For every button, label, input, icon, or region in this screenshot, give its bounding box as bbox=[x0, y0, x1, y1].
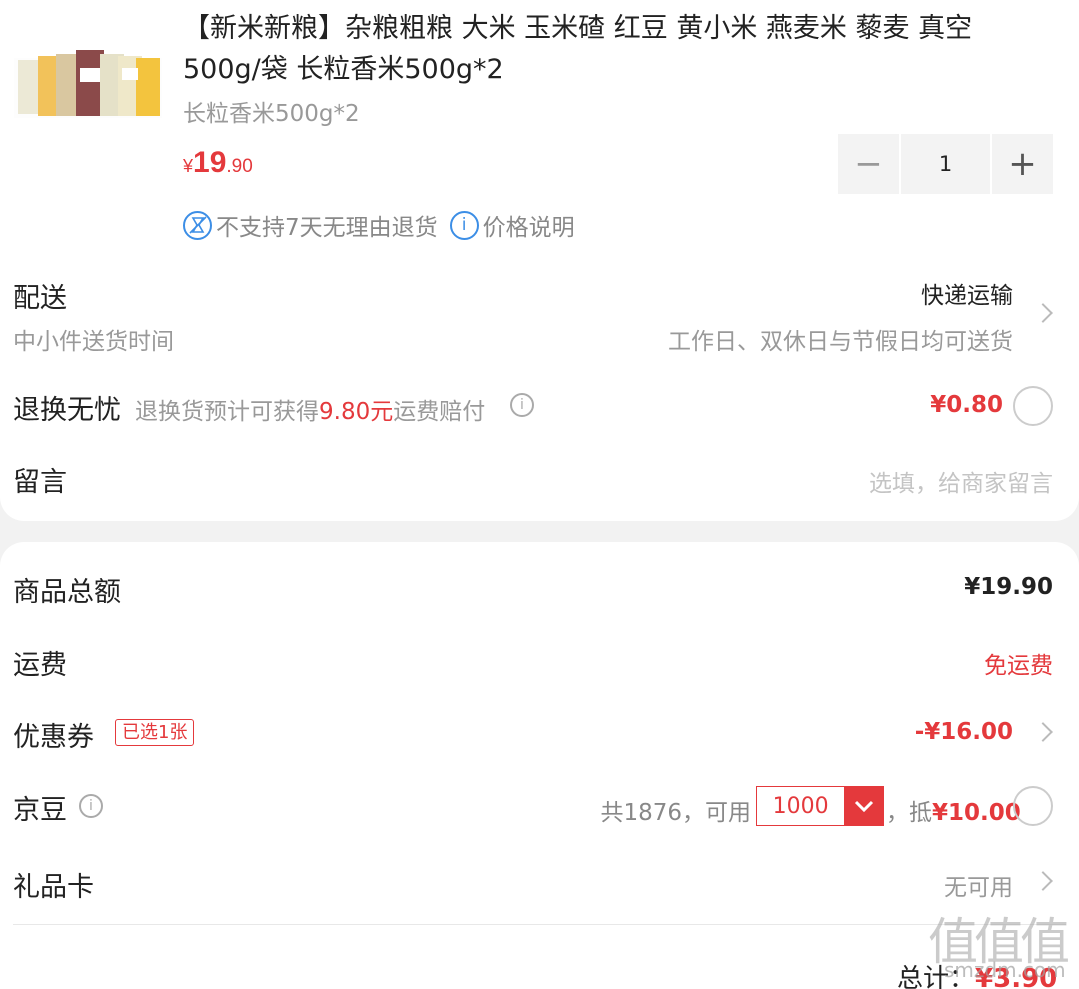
bean-radio[interactable] bbox=[1013, 786, 1053, 826]
quantity-stepper: − 1 + bbox=[838, 134, 1054, 194]
coupon-label: 优惠券 bbox=[13, 722, 94, 753]
price-integer: 19 bbox=[193, 146, 227, 179]
gift-card-label: 礼品卡 bbox=[13, 872, 94, 903]
return-worry-radio[interactable] bbox=[1013, 386, 1053, 426]
goods-total-value: ¥19.90 bbox=[964, 574, 1053, 600]
no-return-label: 不支持7天无理由退货 bbox=[216, 215, 438, 241]
coupon-amount[interactable]: -¥16.00 bbox=[915, 719, 1013, 745]
return-worry-desc-amount: 9.80元 bbox=[319, 399, 394, 425]
return-worry-label: 退换无忧 bbox=[13, 395, 121, 426]
price-decimal: .90 bbox=[226, 156, 253, 177]
coupon-badge: 已选1张 bbox=[115, 719, 195, 746]
product-price: ¥19.90 bbox=[183, 146, 253, 180]
return-worry-price: ¥0.80 bbox=[930, 392, 1003, 418]
delivery-sub: 中小件送货时间 bbox=[13, 329, 174, 355]
bean-total: 共1876，可用 bbox=[600, 800, 751, 826]
bean-select[interactable]: 1000 bbox=[756, 786, 884, 826]
shipping-label: 运费 bbox=[13, 650, 67, 681]
product-tags: 不支持7天无理由退货 i 价格说明 bbox=[183, 208, 575, 242]
decrease-button[interactable]: − bbox=[838, 134, 899, 194]
return-worry-desc-pre: 退换货预计可获得 bbox=[135, 399, 319, 425]
gift-card-value[interactable]: 无可用 bbox=[944, 868, 1013, 902]
quantity-input[interactable]: 1 bbox=[901, 134, 990, 194]
message-input[interactable]: 选填，给商家留言 bbox=[869, 464, 1053, 498]
bean-info-icon[interactable]: i bbox=[79, 794, 103, 818]
bean-select-value[interactable]: 1000 bbox=[757, 787, 844, 825]
message-label: 留言 bbox=[13, 467, 67, 498]
bean-deduct-pre: ，抵 bbox=[886, 800, 932, 826]
product-title[interactable]: 【新米新粮】杂粮粗粮 大米 玉米碴 红豆 黄小米 燕麦米 藜麦 真空500g/袋… bbox=[183, 8, 1043, 90]
order-summary-card bbox=[0, 542, 1079, 989]
product-spec: 长粒香米500g*2 bbox=[183, 101, 360, 127]
goods-total-label: 商品总额 bbox=[13, 577, 121, 608]
order-item-card: 【新米新粮】杂粮粗粮 大米 玉米碴 红豆 黄小米 燕麦米 藜麦 真空500g/袋… bbox=[0, 0, 1079, 521]
bean-label: 京豆 bbox=[13, 795, 67, 826]
delivery-time[interactable]: 工作日、双休日与节假日均可送货 bbox=[668, 322, 1013, 356]
delivery-method[interactable]: 快递运输 bbox=[921, 276, 1013, 310]
divider bbox=[13, 924, 1066, 925]
chevron-down-icon[interactable] bbox=[844, 787, 883, 825]
increase-button[interactable]: + bbox=[992, 134, 1053, 194]
watermark-sub: smzdm.com bbox=[944, 958, 1066, 982]
price-currency: ¥ bbox=[183, 156, 194, 176]
bean-deduct-amount: ¥10.00 bbox=[932, 800, 1021, 826]
return-worry-desc-post: 运费赔付 bbox=[393, 399, 486, 425]
shipping-value: 免运费 bbox=[984, 653, 1053, 679]
price-note-link[interactable]: 价格说明 bbox=[483, 208, 575, 242]
info-icon[interactable]: i bbox=[449, 210, 479, 240]
return-worry-info-icon[interactable]: i bbox=[510, 393, 534, 417]
delivery-chevron-icon[interactable] bbox=[1033, 303, 1053, 323]
return-worry-desc: 退换货预计可获得9.80元运费赔付 bbox=[135, 392, 485, 426]
bean-deduct: ，抵¥10.00 bbox=[886, 793, 1021, 827]
delivery-label: 配送 bbox=[13, 283, 67, 314]
product-thumbnail[interactable] bbox=[14, 44, 162, 120]
no-return-icon bbox=[183, 210, 212, 240]
